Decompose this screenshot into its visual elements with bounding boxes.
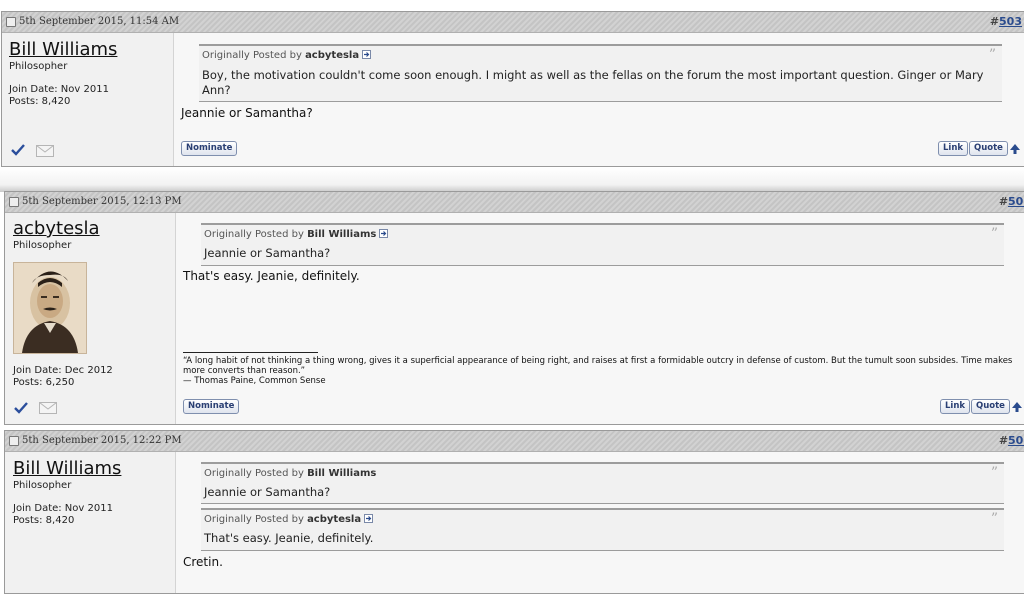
- quote-text: That's easy. Jeanie, definitely.: [204, 531, 374, 545]
- post-content: Originally Posted by Bill Williams ” Jea…: [176, 213, 1024, 424]
- join-date: Join Date: Nov 2011: [13, 503, 113, 514]
- post-date: 5th September 2015, 12:22 PM: [22, 435, 182, 446]
- quote-mark-icon: ”: [990, 511, 998, 527]
- check-icon[interactable]: [11, 144, 25, 156]
- post-message: That's easy. Jeanie, definitely.: [183, 269, 360, 283]
- quote-button[interactable]: Quote: [971, 399, 1010, 414]
- post-506: 5th September 2015, 12:22 PM #506 Bill W…: [4, 430, 1024, 594]
- signature: “A long habit of not thinking a thing wr…: [183, 356, 1023, 386]
- signature-attribution: — Thomas Paine, Common Sense: [183, 376, 326, 386]
- mail-icon[interactable]: [39, 402, 57, 414]
- post-503: 5th September 2015, 11:54 AM #503 Bill W…: [1, 11, 1024, 167]
- quote-text: Boy, the motivation couldn't come soon e…: [202, 68, 984, 97]
- signature-quote: “A long habit of not thinking a thing wr…: [183, 356, 1013, 376]
- post-number: #503: [989, 15, 1022, 28]
- post-content: Originally Posted by Bill Williams ” Jea…: [176, 452, 1024, 593]
- quote-text: Jeannie or Samantha?: [204, 485, 331, 499]
- section-gap: [0, 168, 1024, 192]
- post-status-icon: [9, 197, 19, 207]
- up-arrow-icon[interactable]: [1010, 144, 1020, 154]
- quote-block: Originally Posted by acbytesla ” Boy, th…: [199, 44, 1002, 102]
- view-post-arrow-icon[interactable]: [362, 50, 372, 59]
- post-number-link[interactable]: 506: [1008, 434, 1024, 447]
- user-sidebar: Bill Williams Philosopher Join Date: Nov…: [2, 33, 174, 166]
- quote-block: Originally Posted by Bill Williams ” Jea…: [201, 462, 1004, 504]
- post-message: Cretin.: [183, 555, 223, 569]
- quote-block: Originally Posted by Bill Williams ” Jea…: [201, 223, 1004, 266]
- avatar-portrait: [14, 263, 86, 353]
- post-number-link[interactable]: 503: [999, 15, 1022, 28]
- user-info: Join Date: Nov 2011 Posts: 8,420: [9, 84, 109, 108]
- avatar: [13, 262, 87, 354]
- user-title: Philosopher: [9, 61, 68, 72]
- user-info: Join Date: Dec 2012 Posts: 6,250: [13, 365, 113, 389]
- quote-block: Originally Posted by acbytesla ” That's …: [201, 508, 1004, 551]
- post-number-link[interactable]: 505: [1008, 195, 1024, 208]
- user-title: Philosopher: [13, 240, 72, 251]
- check-icon[interactable]: [14, 402, 28, 414]
- join-date: Join Date: Dec 2012: [13, 365, 113, 376]
- post-count: Posts: 6,250: [13, 377, 75, 388]
- user-title: Philosopher: [13, 480, 72, 491]
- link-button[interactable]: Link: [940, 399, 971, 414]
- view-post-arrow-icon[interactable]: [379, 229, 389, 238]
- post-status-icon: [6, 17, 16, 27]
- post-status-icon: [9, 436, 19, 446]
- quote-header: Originally Posted by acbytesla: [204, 514, 374, 525]
- join-date: Join Date: Nov 2011: [9, 84, 109, 95]
- quote-author: Bill Williams: [307, 468, 377, 479]
- username-link[interactable]: Bill Williams: [9, 39, 117, 60]
- post-header: 5th September 2015, 12:13 PM #505: [5, 192, 1024, 213]
- post-count: Posts: 8,420: [9, 96, 71, 107]
- user-info: Join Date: Nov 2011 Posts: 8,420: [13, 503, 113, 527]
- post-number: #506: [999, 434, 1024, 447]
- quote-author: Bill Williams: [307, 229, 377, 240]
- username-link[interactable]: acbytesla: [13, 218, 100, 239]
- nominate-button[interactable]: Nominate: [183, 399, 240, 414]
- quote-text: Jeannie or Samantha?: [204, 246, 331, 260]
- quote-mark-icon: ”: [990, 226, 998, 242]
- quote-header: Originally Posted by acbytesla: [202, 50, 372, 61]
- post-content: Originally Posted by acbytesla ” Boy, th…: [174, 33, 1024, 166]
- post-message: Jeannie or Samantha?: [181, 106, 313, 120]
- post-date: 5th September 2015, 11:54 AM: [19, 16, 180, 27]
- user-sidebar: Bill Williams Philosopher Join Date: Nov…: [5, 452, 176, 593]
- user-sidebar: acbytesla Philosopher Join Date: Dec 201…: [5, 213, 176, 424]
- post-number: #505: [999, 195, 1024, 208]
- signature-divider: [183, 352, 318, 353]
- quote-header: Originally Posted by Bill Williams: [204, 468, 377, 479]
- username-link[interactable]: Bill Williams: [13, 458, 121, 479]
- mail-icon[interactable]: [36, 145, 54, 157]
- quote-author: acbytesla: [307, 514, 362, 525]
- post-count: Posts: 8,420: [13, 515, 75, 526]
- quote-mark-icon: ”: [990, 465, 998, 481]
- up-arrow-icon[interactable]: [1012, 402, 1022, 412]
- nominate-button[interactable]: Nominate: [181, 141, 238, 156]
- post-date: 5th September 2015, 12:13 PM: [22, 196, 182, 207]
- quote-header: Originally Posted by Bill Williams: [204, 229, 389, 240]
- post-header: 5th September 2015, 11:54 AM #503: [2, 12, 1024, 33]
- link-button[interactable]: Link: [938, 141, 969, 156]
- post-header: 5th September 2015, 12:22 PM #506: [5, 431, 1024, 452]
- quote-mark-icon: ”: [988, 47, 996, 63]
- post-505: 5th September 2015, 12:13 PM #505 acbyte…: [4, 191, 1024, 425]
- quote-button[interactable]: Quote: [969, 141, 1008, 156]
- quote-author: acbytesla: [305, 50, 360, 61]
- view-post-arrow-icon[interactable]: [364, 514, 374, 523]
